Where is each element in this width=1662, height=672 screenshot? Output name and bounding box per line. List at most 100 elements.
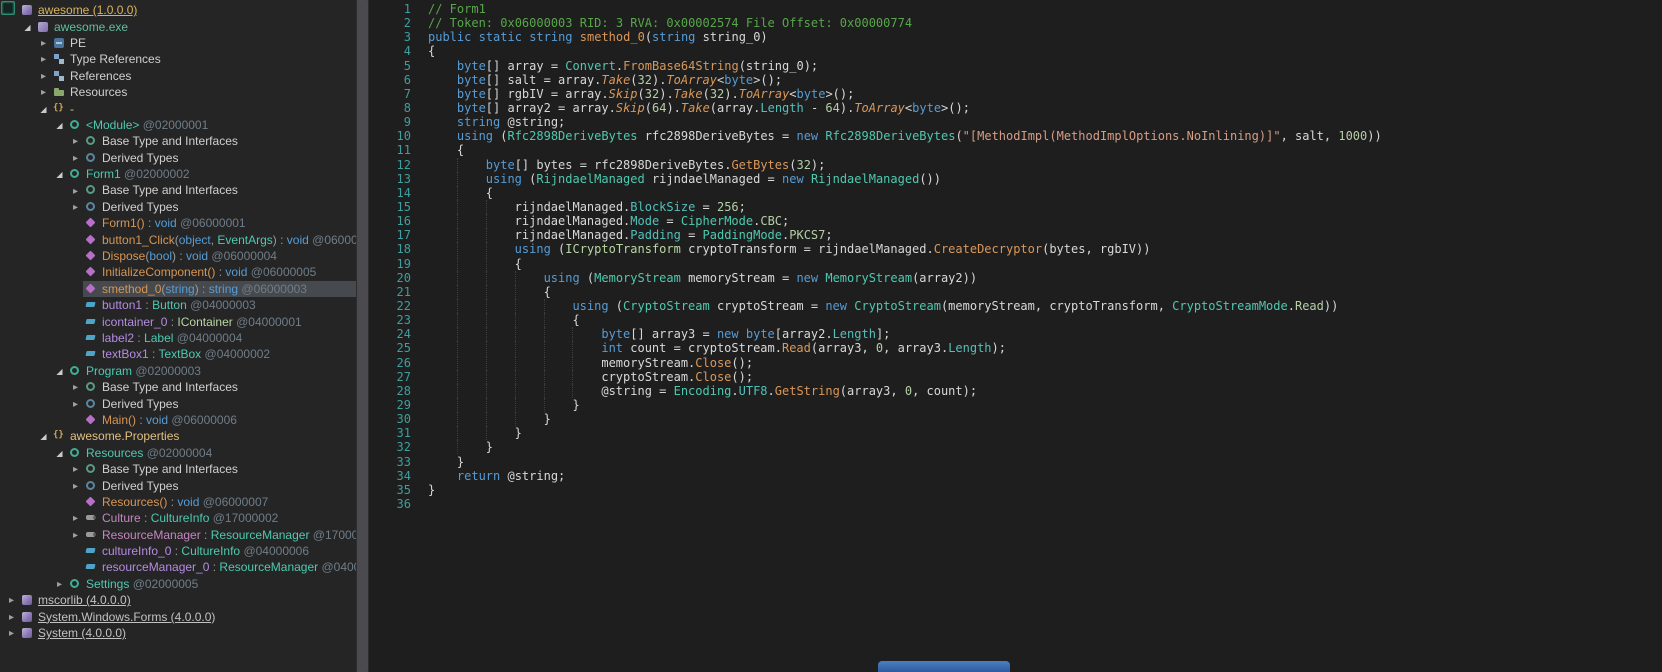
tree-scrollbar[interactable] (356, 0, 369, 672)
line-number[interactable]: 3 (369, 30, 411, 44)
code-line[interactable]: 12 byte[] bytes = rfc2898DeriveBytes.GetB… (369, 157, 1662, 172)
line-number[interactable]: 26 (369, 356, 411, 370)
code-line[interactable]: 9 string @string; (369, 115, 1662, 129)
expander-icon[interactable] (68, 199, 83, 215)
line-number[interactable]: 19 (369, 257, 411, 271)
tree-scrollbar-thumb[interactable] (357, 0, 368, 672)
tree-item[interactable]: awesome (1.0.0.0) (0, 2, 356, 18)
line-number[interactable]: 20 (369, 271, 411, 285)
line-number[interactable]: 28 (369, 384, 411, 398)
tree-item[interactable]: Resources (0, 84, 356, 100)
code-line[interactable]: 11 { (369, 143, 1662, 157)
expander-icon[interactable] (52, 445, 67, 461)
expander-icon[interactable] (52, 166, 67, 182)
line-number[interactable]: 27 (369, 370, 411, 384)
code-line[interactable]: 18 using (ICryptoTransform cryptoTransfor… (369, 242, 1662, 257)
tree-item[interactable]: References (0, 68, 356, 84)
expander-icon[interactable] (4, 608, 19, 624)
expander-icon[interactable] (36, 84, 51, 100)
line-number[interactable]: 30 (369, 412, 411, 426)
expander-icon[interactable] (52, 576, 67, 592)
tree-item[interactable]: Derived Types (0, 477, 356, 493)
tree-item[interactable]: Derived Types (0, 395, 356, 411)
code-line[interactable]: 25 int count = cryptoStream.Read(array3, … (369, 341, 1662, 356)
line-number[interactable]: 1 (369, 2, 411, 16)
code-line[interactable]: 1 // Form1 (369, 2, 1662, 16)
tree-item[interactable]: ResourceManager : ResourceManager @17000… (0, 527, 356, 543)
code-line[interactable]: 24 byte[] array3 = new byte[array2.Length… (369, 327, 1662, 342)
tree-item[interactable]: Resources() : void @06000007 (0, 494, 356, 510)
code-line[interactable]: 28 @string = Encoding.UTF8.GetString(arra… (369, 383, 1662, 398)
tree-item[interactable]: Main() : void @06000006 (0, 412, 356, 428)
code-line[interactable]: 35} (369, 483, 1662, 497)
expander-icon[interactable] (68, 461, 83, 477)
expander-icon[interactable] (36, 428, 51, 444)
expander-icon[interactable] (20, 18, 35, 34)
line-number[interactable]: 29 (369, 398, 411, 412)
code-line[interactable]: 34 return @string; (369, 469, 1662, 483)
tree-item[interactable]: Base Type and Interfaces (0, 182, 356, 198)
line-number[interactable]: 23 (369, 313, 411, 327)
line-number[interactable]: 11 (369, 143, 411, 157)
line-number[interactable]: 21 (369, 285, 411, 299)
line-number[interactable]: 15 (369, 200, 411, 214)
line-number[interactable]: 24 (369, 327, 411, 341)
line-number[interactable]: 10 (369, 129, 411, 143)
expander-icon[interactable] (68, 395, 83, 411)
expander-icon[interactable] (4, 592, 19, 608)
code-line[interactable]: 26 memoryStream.Close(); (369, 355, 1662, 370)
tree-item[interactable]: label2 : Label @04000004 (0, 330, 356, 346)
tree-item[interactable]: Dispose(bool) : void @06000004 (0, 248, 356, 264)
code-line[interactable]: 2 // Token: 0x06000003 RID: 3 RVA: 0x0000… (369, 16, 1662, 30)
code-line[interactable]: 19 { (369, 256, 1662, 271)
line-number[interactable]: 33 (369, 455, 411, 469)
code-line[interactable]: 17 rijndaelManaged.Padding = PaddingMode.… (369, 228, 1662, 243)
expander-icon[interactable] (36, 51, 51, 67)
code-line[interactable]: 27 cryptoStream.Close(); (369, 369, 1662, 384)
line-number[interactable]: 7 (369, 87, 411, 101)
code-line[interactable]: 15 rijndaelManaged.BlockSize = 256; (369, 199, 1662, 214)
code-line[interactable]: 36 (369, 497, 1662, 511)
bottom-popup-fragment[interactable] (878, 661, 1010, 672)
tree-item[interactable]: smethod_0(string) : string @06000003 (0, 280, 356, 298)
line-number[interactable]: 25 (369, 341, 411, 355)
line-number[interactable]: 31 (369, 426, 411, 440)
tree-item[interactable]: icontainer_0 : IContainer @04000001 (0, 313, 356, 329)
code-line[interactable]: 4{ (369, 44, 1662, 58)
tree-item[interactable]: System.Windows.Forms (4.0.0.0) (0, 608, 356, 624)
tree-item[interactable]: resourceManager_0 : ResourceManager @040… (0, 559, 356, 575)
code-line[interactable]: 5 byte[] array = Convert.FromBase64String… (369, 59, 1662, 73)
tree-item[interactable]: button1 : Button @04000003 (0, 297, 356, 313)
tree-item[interactable]: InitializeComponent() : void @06000005 (0, 264, 356, 280)
code-line[interactable]: 6 byte[] salt = array.Take(32).ToArray<by… (369, 73, 1662, 87)
expander-icon[interactable] (68, 527, 83, 543)
tree-item[interactable]: Settings @02000005 (0, 576, 356, 592)
tree-item[interactable]: Type References (0, 51, 356, 67)
code-line[interactable]: 16 rijndaelManaged.Mode = CipherMode.CBC; (369, 214, 1662, 229)
tree-item[interactable]: - (0, 100, 356, 116)
line-number[interactable]: 18 (369, 242, 411, 256)
line-number[interactable]: 6 (369, 73, 411, 87)
code-line[interactable]: 14 { (369, 185, 1662, 200)
tree-item[interactable]: Base Type and Interfaces (0, 379, 356, 395)
line-number[interactable]: 17 (369, 228, 411, 242)
line-number[interactable]: 8 (369, 101, 411, 115)
tree-item[interactable]: Form1 @02000002 (0, 166, 356, 182)
tree-item[interactable]: Resources @02000004 (0, 445, 356, 461)
expander-icon[interactable] (36, 100, 51, 116)
expander-icon[interactable] (52, 117, 67, 133)
code-line[interactable]: 30} (369, 412, 1662, 427)
code-line[interactable]: 29} (369, 397, 1662, 412)
expander-icon[interactable] (68, 133, 83, 149)
line-number[interactable]: 14 (369, 186, 411, 200)
tree-item[interactable]: awesome.exe (0, 18, 356, 34)
code-line[interactable]: 10 using (Rfc2898DeriveBytes rfc2898Deriv… (369, 129, 1662, 143)
line-number[interactable]: 35 (369, 483, 411, 497)
expander-icon[interactable] (68, 379, 83, 395)
tree-item[interactable]: System (4.0.0.0) (0, 625, 356, 641)
code-line[interactable]: 23 { (369, 313, 1662, 328)
expander-icon[interactable] (68, 150, 83, 166)
line-number[interactable]: 5 (369, 59, 411, 73)
code-line[interactable]: 33} (369, 455, 1662, 469)
tree-item[interactable]: textBox1 : TextBox @04000002 (0, 346, 356, 362)
